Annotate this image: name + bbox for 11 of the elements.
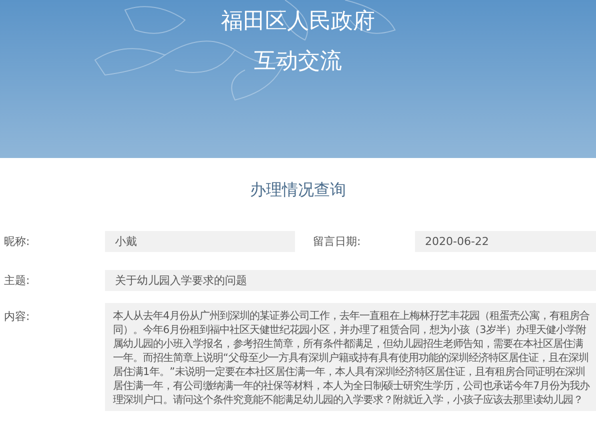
field-label: 主题: [3, 273, 31, 288]
subject-field: 关于幼儿园入学要求的问题 [105, 270, 596, 291]
field-label: 昵称: [3, 234, 31, 249]
header-subtitle: 互动交流 [254, 48, 342, 76]
date-field: 2020-06-22 [415, 231, 596, 252]
nickname-field: 小戴 [105, 231, 295, 252]
section-title: 办理情况查询 [249, 180, 347, 201]
content-field: 本人从去年4月份从广州到深圳的某证券公司工作，去年一直租在上梅林孖艺丰花园（租蛋壳公寓，有租房合同）。今年6月份租到福中社区天健世纪花园小区，并办理了租赁合同，想为小孩（3岁半）办理天健小学附属幼儿园的小班入学报名，参考招生简章，所有条件都满足，但幼儿园招生老师告知，需要在本社区居住满一年。而招生简章上说明“父母至少一方具有深圳户籍或持有具有使用功能的深圳经济特区居住证，且在深圳居住满1年。”未说明一定要在本社区居住满一年，本人具有深圳经济特区居住证，且有租房合同证明在深圳居住满一年，有公司缴纳满一年的社保等材料，本人为全日制硕士研究生学历，公司也承诺今年7月份为我办理深圳户口。请问这个条件究竟能不能满足幼儿园的入学要求？附就近入学，小孩子应该去那里读幼儿园？ [105, 303, 596, 411]
field-label: 留言日期: [312, 234, 362, 249]
field-label: 内容: [3, 309, 31, 324]
header-title: 福田区人民政府 [221, 8, 375, 36]
